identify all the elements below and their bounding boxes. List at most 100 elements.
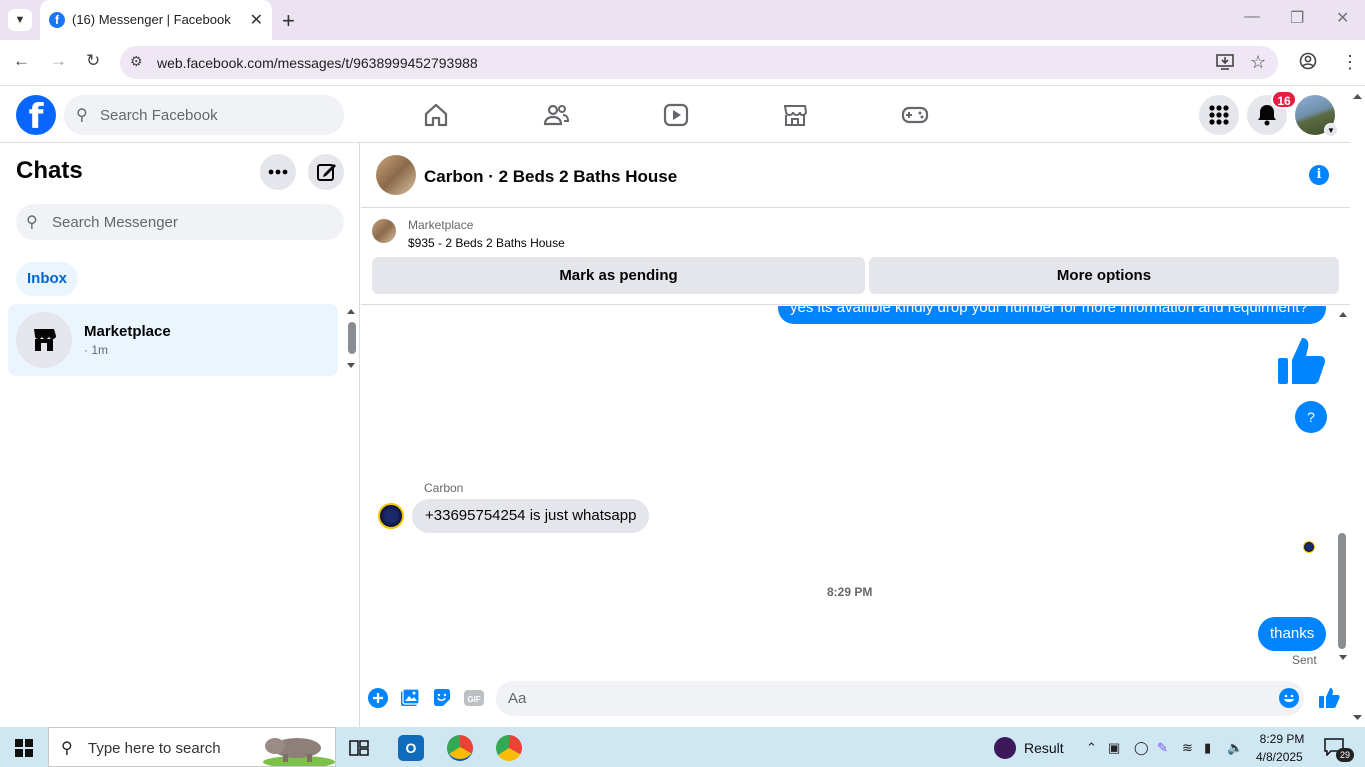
attach-photo-icon[interactable] [400,688,420,708]
facebook-search[interactable]: ⚲ [64,95,344,135]
search-icon: ⚲ [76,107,88,124]
forward-icon[interactable]: → [50,51,67,71]
page-scrollbar[interactable] [1350,87,1365,727]
conversation-avatar[interactable] [376,155,416,195]
like-thumbs-up-icon[interactable] [1274,334,1330,390]
address-url[interactable]: web.facebook.com/messages/t/963899945279… [157,55,478,71]
pen-icon[interactable]: ✎ [1157,740,1168,756]
grid-icon [1209,105,1229,125]
taskbar-search-text: Type here to search [88,740,221,757]
friends-icon[interactable] [542,101,570,129]
new-message-button[interactable] [308,154,344,190]
message-timestamp: 8:29 PM [827,585,873,599]
facebook-search-input[interactable] [100,95,330,135]
chrome-app-icon[interactable] [447,735,473,761]
account-avatar[interactable]: ▼ [1295,95,1338,137]
facebook-favicon-icon: f [49,12,65,28]
back-icon[interactable]: ← [13,51,30,71]
chrome-profile-app-icon[interactable] [496,735,522,761]
chat-name: Marketplace [84,323,171,340]
tab-close-icon[interactable]: ✕ [250,10,263,30]
new-tab-icon[interactable]: + [282,8,295,34]
windows-start-icon[interactable] [15,739,33,757]
window-close-icon[interactable]: ✕ [1336,8,1349,28]
thread-scrollbar-thumb[interactable] [1338,533,1346,649]
chats-title: Chats [16,157,83,184]
clock-date[interactable]: 4/8/2025 [1256,750,1303,764]
message-status: Sent [1292,653,1317,667]
gif-icon[interactable]: GIF [464,688,484,708]
facebook-logo-icon[interactable]: f [16,95,56,137]
profile-icon[interactable] [1299,52,1317,75]
network-icon[interactable]: ≋ [1182,740,1193,756]
taskbar-search-box[interactable]: ⚲ Type here to search [48,727,336,767]
listing-source-label: Marketplace [408,218,474,232]
sidebar-scrollbar[interactable] [344,306,358,372]
site-info-icon[interactable]: ⚙ [130,53,143,70]
emoji-icon[interactable] [1279,688,1299,708]
message-input[interactable] [508,681,1268,716]
listing-price-title[interactable]: $935 - 2 Beds 2 Baths House [408,236,565,250]
outgoing-message[interactable]: yes its availible kindly drop your numbe… [778,306,1326,324]
browser-menu-icon[interactable]: ⋮ [1341,52,1359,73]
widget-result-text[interactable]: Result [1024,740,1064,756]
sender-name: Carbon [424,481,464,495]
tab-title: (16) Messenger | Facebook [72,12,231,27]
messenger-search-input[interactable] [52,204,332,240]
search-highlight-hippo-icon [263,738,335,766]
notification-center-count: 29 [1336,748,1354,762]
home-icon[interactable] [422,101,450,129]
install-app-icon[interactable] [1216,54,1234,75]
volume-muted-icon[interactable]: 🔈 [1227,740,1243,756]
browser-tab-active[interactable]: f (16) Messenger | Facebook ✕ [40,0,272,40]
more-horizontal-icon [268,169,288,175]
message-thread-clip: yes its availible kindly drop your numbe… [361,306,1337,678]
camera-icon[interactable]: ◯ [1134,740,1149,756]
menu-grid-button[interactable] [1199,95,1239,135]
bookmark-star-icon[interactable]: ☆ [1250,52,1266,73]
conversation-title[interactable]: Carbon · 2 Beds 2 Baths House [424,167,677,187]
info-icon[interactable]: i [1309,165,1329,185]
premier-league-icon[interactable] [994,737,1016,759]
mark-as-pending-button[interactable]: Mark as pending [372,257,865,294]
sender-avatar[interactable] [378,503,404,529]
gaming-icon[interactable] [901,101,929,129]
restore-icon[interactable]: ❐ [1290,8,1304,28]
outlook-app-icon[interactable]: O [398,735,424,761]
chat-list-item[interactable]: Marketplace · 1m [8,304,338,376]
marketplace-avatar [16,312,72,368]
compose-icon [317,164,336,181]
task-view-icon[interactable] [349,738,369,758]
svg-text:GIF: GIF [467,695,480,704]
address-bar[interactable]: ⚙ web.facebook.com/messages/t/9638999452… [120,46,1278,79]
outgoing-message-short[interactable]: ? [1295,401,1327,433]
reload-icon[interactable]: ↻ [86,51,100,71]
inbox-filter-tab[interactable]: Inbox [16,262,78,296]
marketplace-icon[interactable] [781,101,809,129]
listing-thumbnail[interactable] [372,219,396,243]
tab-search-dropdown-icon[interactable]: ▼ [8,9,32,31]
meet-now-icon[interactable]: ▣ [1108,740,1120,756]
search-icon: ⚲ [61,740,73,757]
show-hidden-icons-icon[interactable]: ⌃ [1086,740,1097,756]
video-icon[interactable] [662,101,690,129]
messenger-search[interactable]: ⚲ [16,204,344,240]
sticker-icon[interactable] [432,688,452,708]
minimize-icon[interactable]: — [1244,8,1260,26]
send-like-icon[interactable] [1318,687,1340,709]
more-options-button[interactable]: More options [869,257,1339,294]
incoming-message[interactable]: +33695754254 is just whatsapp [412,499,650,533]
chats-options-button[interactable] [260,154,296,190]
chevron-down-icon: ▼ [1324,123,1338,137]
outgoing-message[interactable]: thanks [1258,617,1327,651]
seen-indicator-avatar [1303,541,1315,553]
notification-center-button[interactable]: 29 [1324,738,1354,762]
clock-time[interactable]: 8:29 PM [1259,732,1305,746]
add-plus-icon[interactable] [368,688,388,708]
search-icon: ⚲ [26,214,38,231]
notification-badge: 16 [1271,90,1297,109]
chat-time: · 1m [84,343,108,357]
store-icon [34,329,56,351]
battery-icon[interactable]: ▮ [1204,740,1211,756]
message-input-container[interactable] [496,681,1304,716]
